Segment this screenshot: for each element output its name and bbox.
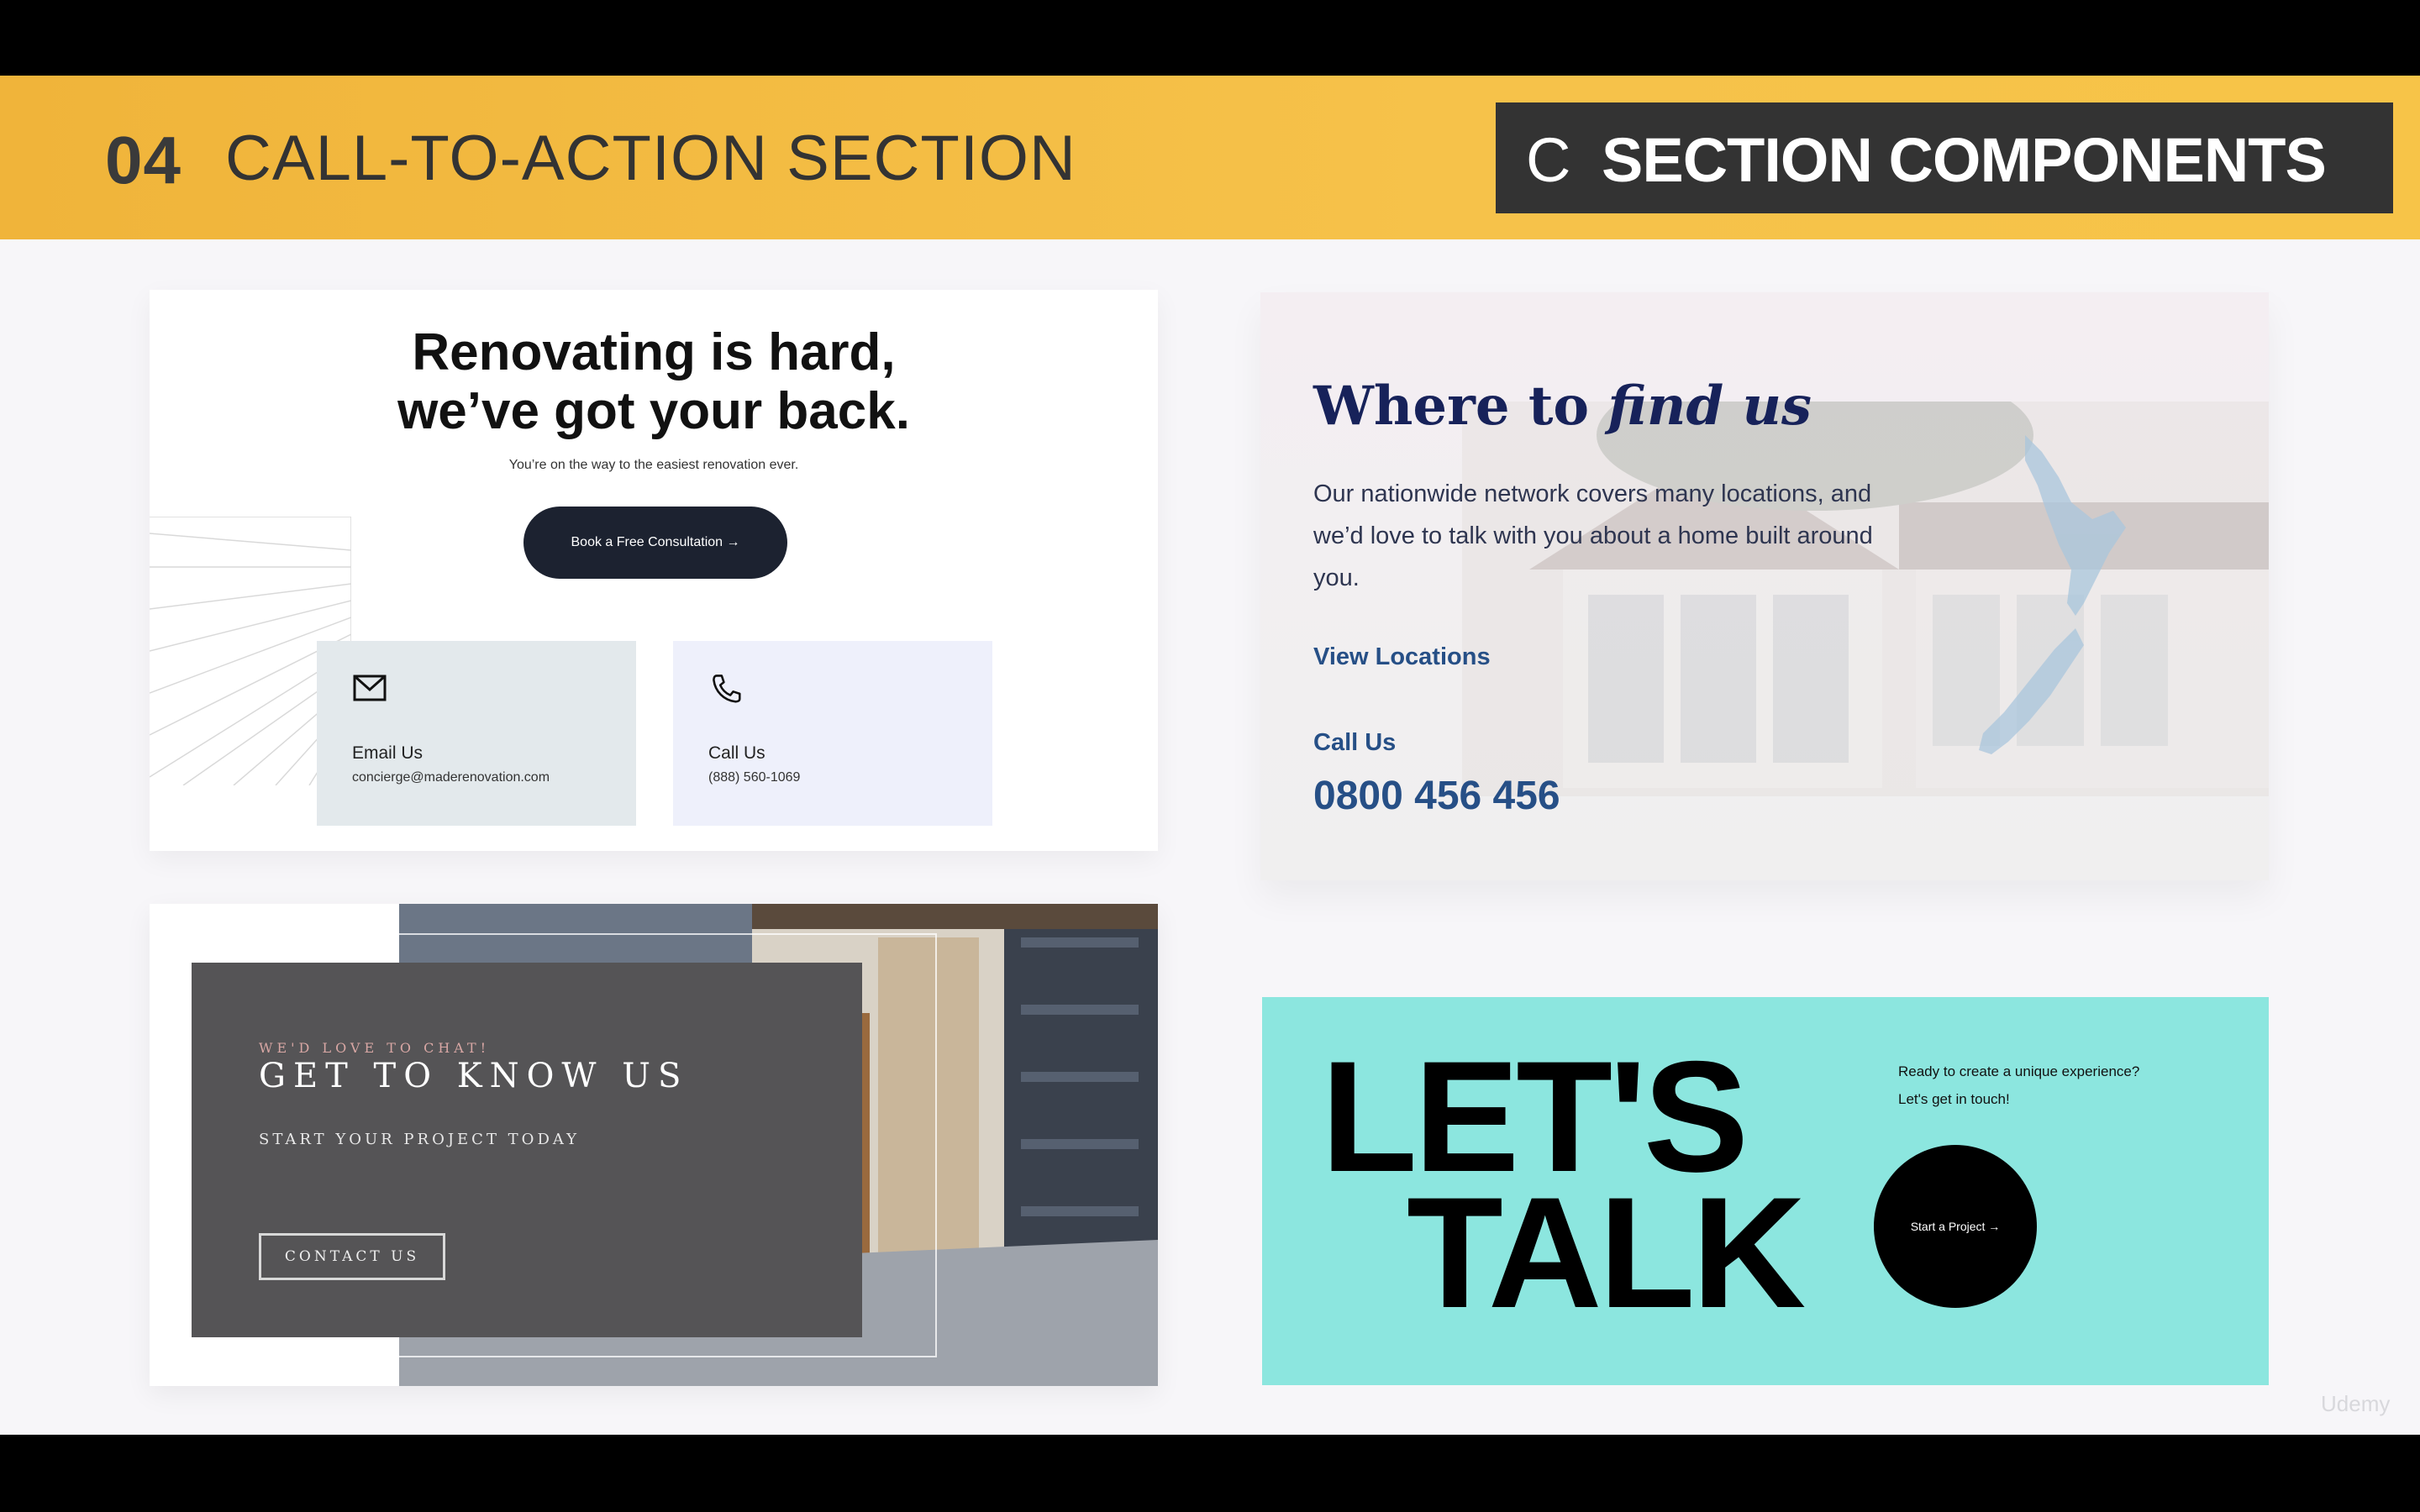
view-locations-link[interactable]: View Locations [1313, 643, 1491, 671]
letterbox-top [0, 0, 2420, 76]
section-number: 04 [105, 123, 182, 197]
call-label: Call Us [708, 743, 765, 763]
cta-card-find-us: Where to find us Our nationwide network … [1260, 292, 2269, 880]
know-us-heading: GET TO KNOW US [259, 1057, 689, 1095]
section-title: CALL-TO-ACTION SECTION [225, 123, 1076, 194]
renovating-heading-line1: Renovating is hard, [412, 323, 896, 381]
cta-card-renovating: Renovating is hard, we’ve got your back.… [150, 290, 1158, 851]
renovating-heading: Renovating is hard, we’ve got your back. [150, 323, 1158, 441]
email-value: concierge@maderenovation.com [352, 770, 550, 785]
envelope-icon [353, 675, 387, 701]
renovating-subtitle: You’re on the way to the easiest renovat… [508, 458, 799, 472]
renovating-heading-line2: we’ve got your back. [397, 382, 910, 440]
new-zealand-map-image [1979, 435, 2126, 754]
phone-number-link[interactable]: 0800 456 456 [1313, 773, 1560, 819]
cta-card-lets-talk: LET'S TALK Ready to create a unique expe… [1262, 997, 2269, 1385]
email-label: Email Us [352, 743, 424, 763]
know-us-overline: WE'D LOVE TO CHAT! [259, 1040, 491, 1056]
lets-talk-tagline-line2: Let's get in touch! [1898, 1091, 2010, 1107]
lets-talk-heading-line2: TALK [1407, 1164, 1806, 1341]
badge-text: SECTION COMPONENTS [1602, 125, 2327, 195]
find-us-body: Our nationwide network covers many locat… [1313, 480, 1873, 591]
call-us-box[interactable]: Call Us (888) 560-1069 [673, 641, 992, 826]
section-badge: C SECTION COMPONENTS [1496, 102, 2393, 213]
find-us-heading-italic: find us [1607, 375, 1812, 438]
call-value: (888) 560-1069 [708, 770, 801, 785]
know-us-subtitle: START YOUR PROJECT TODAY [259, 1131, 581, 1148]
udemy-watermark: Udemy [2321, 1391, 2391, 1416]
email-us-box[interactable]: Email Us concierge@maderenovation.com [317, 641, 636, 826]
contact-us-button[interactable]: CONTACT US [259, 1233, 445, 1280]
header-band: 04 CALL-TO-ACTION SECTION C SECTION COMP… [0, 76, 2420, 239]
phone-icon [713, 675, 741, 703]
find-us-heading-plain: Where to [1313, 375, 1608, 438]
badge-letter: C [1526, 125, 1571, 195]
letterbox-bottom [0, 1435, 2420, 1512]
find-us-heading: Where to find us [1313, 375, 1812, 438]
cta-card-know-us: WE'D LOVE TO CHAT! GET TO KNOW US START … [150, 904, 1158, 1386]
slide: 04 CALL-TO-ACTION SECTION C SECTION COMP… [0, 76, 2420, 1435]
book-consultation-button[interactable]: Book a Free Consultation → [523, 507, 787, 579]
lets-talk-tagline-line1: Ready to create a unique experience? [1898, 1063, 2140, 1079]
call-us-label: Call Us [1313, 729, 1397, 756]
lets-talk-tagline: Ready to create a unique experience? Let… [1898, 1058, 2251, 1113]
start-project-button[interactable]: Start a Project → [1874, 1145, 2037, 1308]
know-us-panel: WE'D LOVE TO CHAT! GET TO KNOW US START … [192, 963, 862, 1337]
